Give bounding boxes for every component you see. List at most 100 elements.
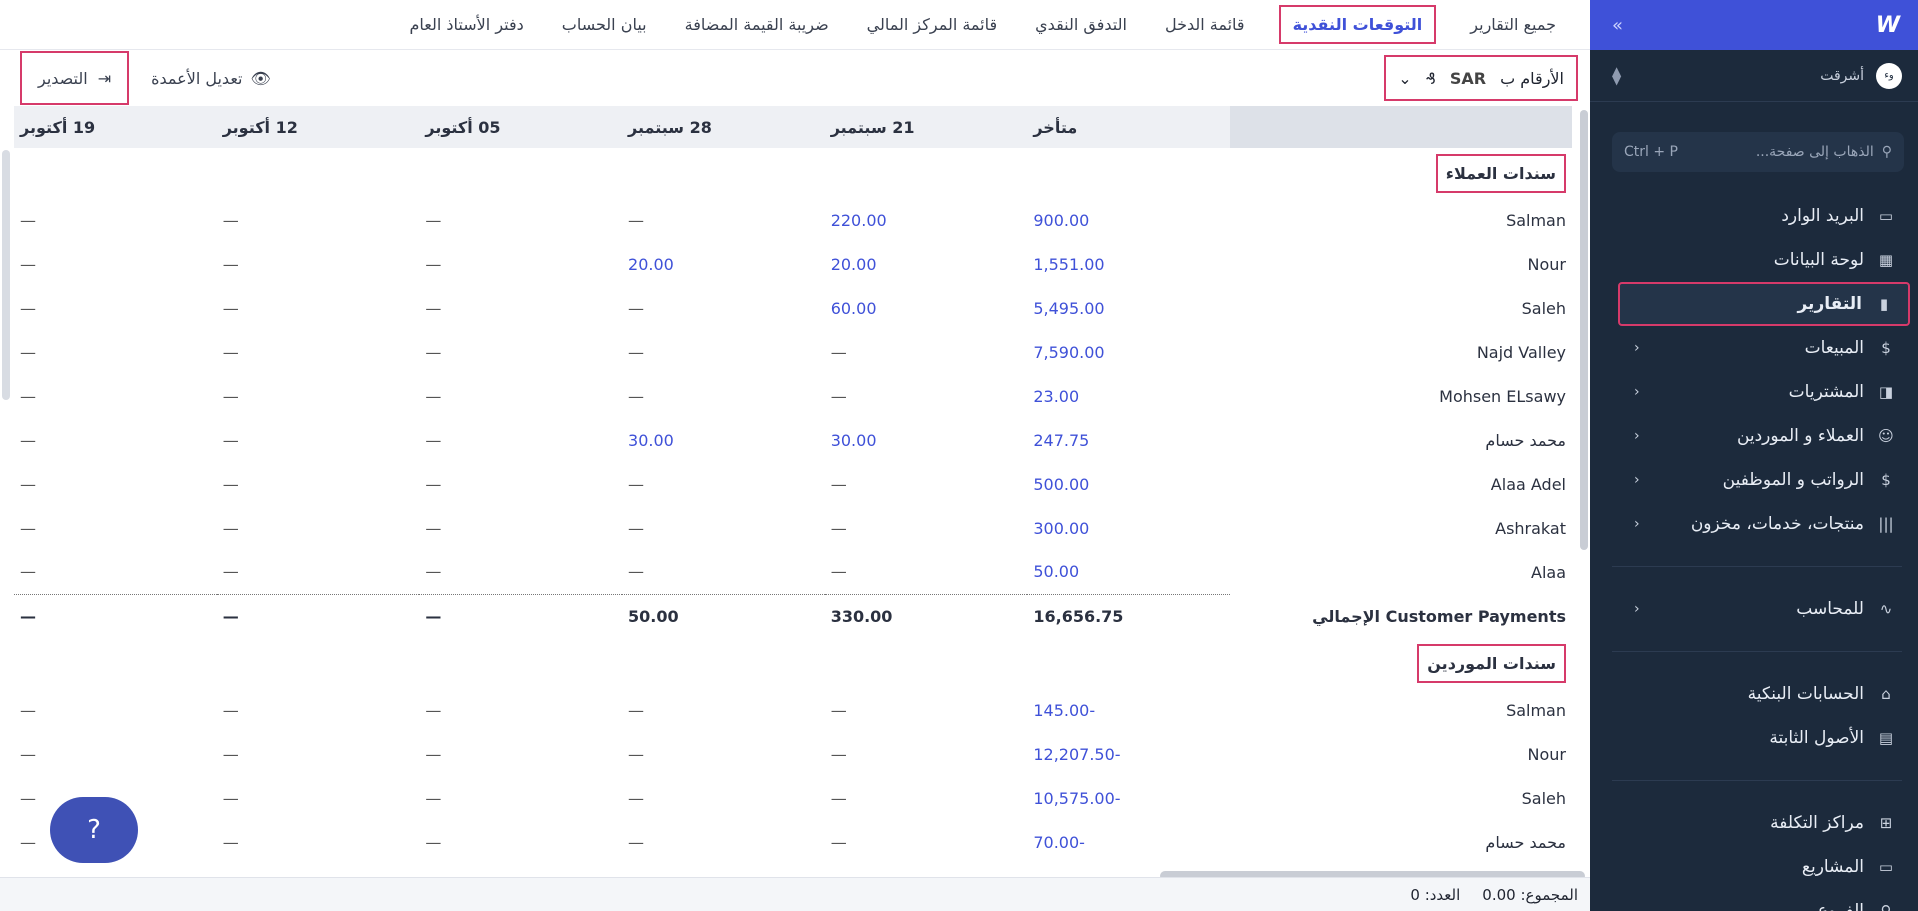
divider [1612,651,1902,652]
tab-4[interactable]: قائمة المركز المالي [863,7,1001,42]
amount-cell: — [20,210,36,230]
sidebar-item-bag[interactable]: ◨ المشتريات ‹ [1590,370,1918,414]
collapse-sidebar-icon[interactable]: » [1612,15,1623,36]
table-row[interactable]: Alaa Adel 500.00 — — — — — [14,462,1572,506]
riyal-icon: ₰ [1425,68,1436,88]
amount-cell[interactable]: -57,500.00 [1027,864,1230,868]
sidebar-item-payroll[interactable]: $ الرواتب و الموظفين ‹ [1590,458,1918,502]
sidebar-item-barcode[interactable]: ||| منتجات، خدمات، مخزون ‹ [1590,502,1918,546]
empty-cell [1027,638,1230,688]
amount-cell: — [425,700,442,720]
chevron-down-icon: ⌄ [1398,68,1412,88]
sum-label: المجموع: [1520,885,1578,904]
amount-cell[interactable]: 30.00 [825,418,1028,462]
tab-5[interactable]: ضريبة القيمة المضافة [681,7,833,42]
table-row[interactable]: Saleh 5,495.00 60.00 — — — — [14,286,1572,330]
amount-cell: — [830,474,847,494]
sidebar-item-inbox[interactable]: ▭ البريد الوارد [1590,194,1918,238]
amount-cell[interactable]: 23.00 [1027,374,1230,418]
amount-cell[interactable]: 220.00 [825,198,1028,242]
amount-cell: — [222,254,239,274]
sidebar-item-chart-line[interactable]: ∿ للمحاسب ‹ [1590,587,1918,631]
amount-cell[interactable]: 7,590.00 [1027,330,1230,374]
column-header: 12 أكتوبر [216,106,420,148]
table-row[interactable]: Najd Valley 7,590.00 — — — — — [14,330,1572,374]
table-row[interactable]: Alaa Adel-57,500.00————— [14,864,1572,868]
sidebar-item-main: ||| منتجات، خدمات، مخزون [1691,514,1896,534]
total-cell: — [419,593,623,638]
sidebar-item-label: المشاريع [1801,857,1864,877]
amount-cell: — [425,562,442,582]
table-header-row: متأخر 21 سبتمبر 28 سبتمبر 05 أكتوبر 12 أكتوب… [14,106,1572,148]
table-row[interactable]: Nour 1,551.00 20.00 20.00— — — [14,242,1572,286]
amount-cell: — [425,386,442,406]
chevron-updown-icon: ▲ ▼ [1612,63,1622,87]
table-row[interactable]: محمد حسام 247.75 30.00 30.00— — — [14,418,1572,462]
amount-cell: — [628,518,645,538]
sidebar-item-grid-plus[interactable]: ⊞ مراكز التكلفة [1590,801,1918,845]
amount-cell[interactable]: 20.00 [825,242,1028,286]
amount-cell[interactable]: 50.00 [1027,550,1230,594]
tab-3[interactable]: التدفق النقدي [1031,7,1131,42]
amount-cell[interactable]: 300.00 [1027,506,1230,550]
table-row[interactable]: Nour -12,207.50 — — — — — [14,732,1572,776]
amount-cell[interactable]: -10,575.00 [1027,776,1230,820]
table-row[interactable]: Salman 900.00 220.00 — — — — [14,198,1572,242]
sidebar-nav-accountant: ∿ للمحاسب ‹ [1590,587,1918,631]
user-switcher[interactable]: وء أشرقت ▲ ▼ [1590,50,1918,102]
help-button[interactable]: ? [50,797,138,863]
sidebar-item-reports[interactable]: ▮ التقارير [1618,282,1910,326]
amount-cell: — [830,562,847,582]
tab-0[interactable]: جميع التقارير [1466,7,1560,42]
tab-6[interactable]: بيان الحساب [558,7,651,42]
amount-cell[interactable]: 60.00 [825,286,1028,330]
table-row[interactable]: Mohsen ELsawy 23.00 — — — — — [14,374,1572,418]
toolbar-actions: 👁 تعديل الأعمدة ⇥ التصدير [20,51,271,105]
table-row[interactable]: Salman -145.00 — — — — — [14,688,1572,732]
amount-cell: — [20,254,36,274]
sidebar-item-dollar[interactable]: $ المبيعات ‹ [1590,326,1918,370]
header-name-col [1230,106,1572,148]
sidebar-item-users[interactable]: ☺ العملاء و الموردين ‹ [1590,414,1918,458]
amount-cell[interactable]: 20.00 [622,242,825,286]
amount-cell[interactable]: 247.75 [1027,418,1230,462]
search-input[interactable]: ⚲ الذهاب إلى صفحة... Ctrl + P [1612,132,1904,172]
amount-cell: — [830,700,847,720]
table-row[interactable]: Ashrakat 300.00 — — — — — [14,506,1572,550]
users-icon: ☺ [1878,427,1894,445]
divider [1612,780,1902,781]
table-row[interactable]: Saleh -10,575.00— — — — — [14,776,1572,820]
tab-7[interactable]: دفتر الأستاذ العام [406,7,528,42]
search-placeholder: الذهاب إلى صفحة... [1755,144,1874,160]
tab-1[interactable]: التوقعات النقدية [1278,5,1437,44]
sidebar-item-folder[interactable]: ▭ المشاريع [1590,845,1918,889]
amount-cell[interactable]: -12,207.50 [1027,732,1230,776]
amount-cell[interactable]: 5,495.00 [1027,286,1230,330]
sidebar-item-dashboard[interactable]: ▦ لوحة البيانات [1590,238,1918,282]
amount-cell[interactable]: 500.00 [1027,462,1230,506]
amount-cell[interactable]: -70.00 [1027,820,1230,864]
sidebar-item-main: ⊞ مراكز التكلفة [1770,813,1896,833]
edit-columns-button[interactable]: 👁 تعديل الأعمدة [151,69,271,88]
sidebar-item-branches[interactable]: ⚲ الفروع [1590,889,1918,911]
section-cell: سندات العملاء [1230,148,1572,198]
amount-cell[interactable]: 30.00 [622,418,825,462]
sidebar-item-building[interactable]: ▤ الأصول الثابتة [1590,716,1918,760]
sidebar-item-main: ▭ البريد الوارد [1781,206,1896,226]
vertical-scrollbar-left[interactable] [2,150,10,400]
amount-cell[interactable]: 900.00 [1027,198,1230,242]
tab-2[interactable]: قائمة الدخل [1161,7,1249,42]
cash-forecast-table-wrap[interactable]: متأخر 21 سبتمبر 28 سبتمبر 05 أكتوبر 12 أكتوب… [14,106,1572,868]
currency-selector[interactable]: الأرقام ب SAR ₰ ⌄ [1384,55,1578,101]
empty-cell [1027,148,1230,198]
table-row[interactable]: محمد حسام -70.00— — — — — [14,820,1572,864]
table-row[interactable]: Alaa 50.00 — — — — — [14,550,1572,594]
total-cell: 50.00 [622,593,825,638]
export-button[interactable]: ⇥ التصدير [20,51,130,105]
dollar-icon: $ [1881,339,1891,357]
amount-cell[interactable]: 1,551.00 [1027,242,1230,286]
sidebar-item-bank[interactable]: ⌂ الحسابات البنكية [1590,672,1918,716]
sidebar-item-label: البريد الوارد [1781,206,1864,226]
amount-cell[interactable]: -145.00 [1027,688,1230,732]
vertical-scrollbar[interactable] [1580,110,1588,550]
